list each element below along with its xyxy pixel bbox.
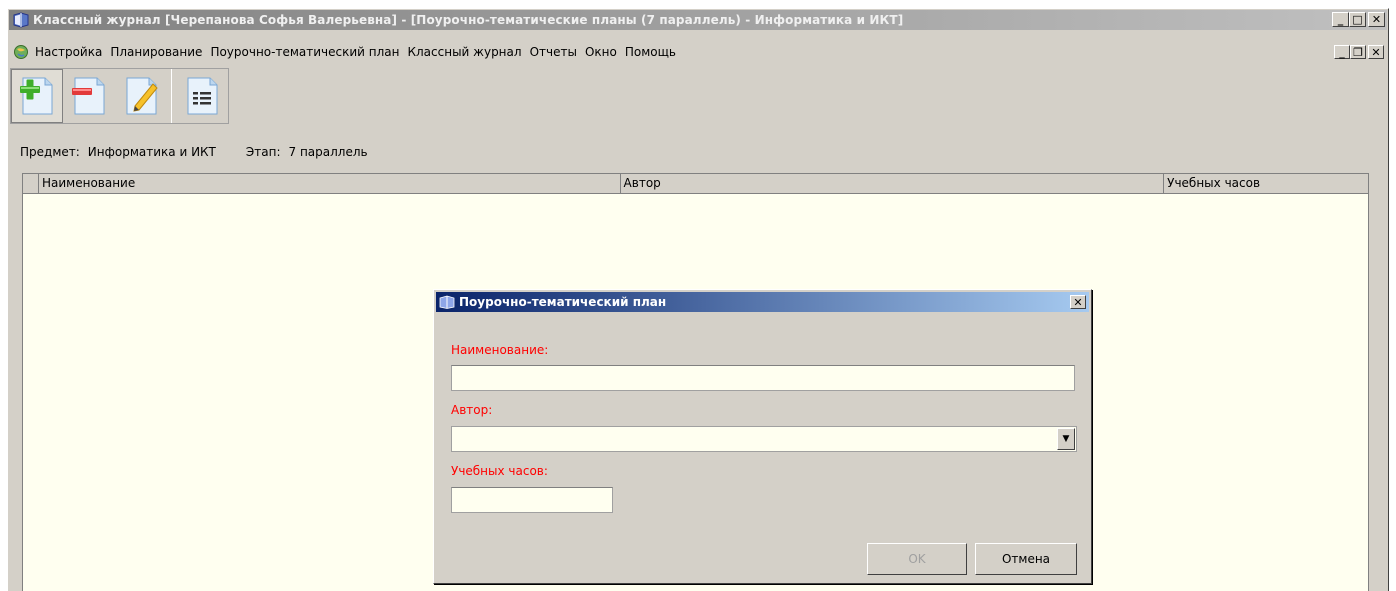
window-title: Классный журнал [Черепанова Софья Валерь… [33, 13, 904, 27]
view-plan-button[interactable] [176, 69, 228, 123]
name-label: Наименование: [451, 343, 549, 357]
menu-lesson-plan[interactable]: Поурочно-тематический план [206, 45, 403, 59]
mdi-minimize-button[interactable]: _ [1334, 45, 1350, 59]
mdi-close-button[interactable]: ✕ [1368, 45, 1384, 59]
column-header-name[interactable]: Наименование [39, 174, 621, 193]
window-title-bar[interactable]: Классный журнал [Черепанова Софья Валерь… [9, 10, 1387, 30]
hours-label: Учебных часов: [451, 464, 548, 478]
cancel-button[interactable]: Отмена [975, 543, 1077, 575]
minimize-button[interactable]: _ [1332, 12, 1349, 27]
edit-document-icon [126, 77, 158, 115]
stage-label: Этап: [245, 145, 281, 159]
menu-planning[interactable]: Планирование [106, 45, 206, 59]
column-header-hours[interactable]: Учебных часов [1164, 174, 1368, 193]
dialog-title-bar[interactable]: Поурочно-тематический план ✕ [436, 292, 1089, 312]
column-header-author[interactable]: Автор [621, 174, 1165, 193]
dialog-close-button[interactable]: ✕ [1070, 295, 1086, 309]
subject-label: Предмет: [20, 145, 80, 159]
globe-icon[interactable] [13, 44, 29, 60]
menu-settings[interactable]: Настройка [31, 45, 106, 59]
menu-help[interactable]: Помощь [621, 45, 680, 59]
edit-plan-button[interactable] [115, 69, 167, 123]
stage-value: 7 параллель [288, 145, 368, 159]
hours-input[interactable] [451, 487, 613, 513]
main-window: Классный журнал [Черепанова Софья Валерь… [7, 8, 1389, 591]
close-button[interactable]: ✕ [1368, 12, 1385, 27]
row-indicator-header [23, 174, 39, 193]
menu-bar: Настройка Планирование Поурочно-тематиче… [9, 42, 1387, 62]
mdi-restore-button[interactable]: ❐ [1350, 45, 1366, 59]
maximize-button[interactable]: □ [1349, 12, 1366, 27]
author-label: Автор: [451, 403, 493, 417]
toolbar [10, 68, 229, 124]
list-document-icon [187, 77, 218, 115]
grid-header: Наименование Автор Учебных часов [23, 174, 1368, 194]
add-plan-button[interactable] [11, 69, 63, 123]
remove-plan-button[interactable] [63, 69, 115, 123]
chevron-down-icon[interactable]: ▼ [1057, 428, 1075, 450]
toolbar-separator [171, 69, 172, 123]
menu-reports[interactable]: Отчеты [526, 45, 581, 59]
book-icon [439, 295, 455, 309]
subject-value: Информатика и ИКТ [87, 145, 216, 159]
menu-window[interactable]: Окно [581, 45, 621, 59]
name-input[interactable] [451, 365, 1075, 391]
ok-button[interactable]: OK [867, 543, 967, 575]
menu-class-journal[interactable]: Классный журнал [403, 45, 525, 59]
book-icon [13, 12, 29, 28]
subject-info: Предмет: Информатика и ИКТ Этап: 7 парал… [20, 145, 368, 159]
lesson-plan-dialog: Поурочно-тематический план ✕ Наименовани… [433, 289, 1092, 584]
add-document-icon [20, 77, 53, 115]
dialog-title: Поурочно-тематический план [459, 295, 667, 309]
author-select[interactable]: ▼ [451, 426, 1077, 452]
remove-document-icon [72, 77, 105, 115]
